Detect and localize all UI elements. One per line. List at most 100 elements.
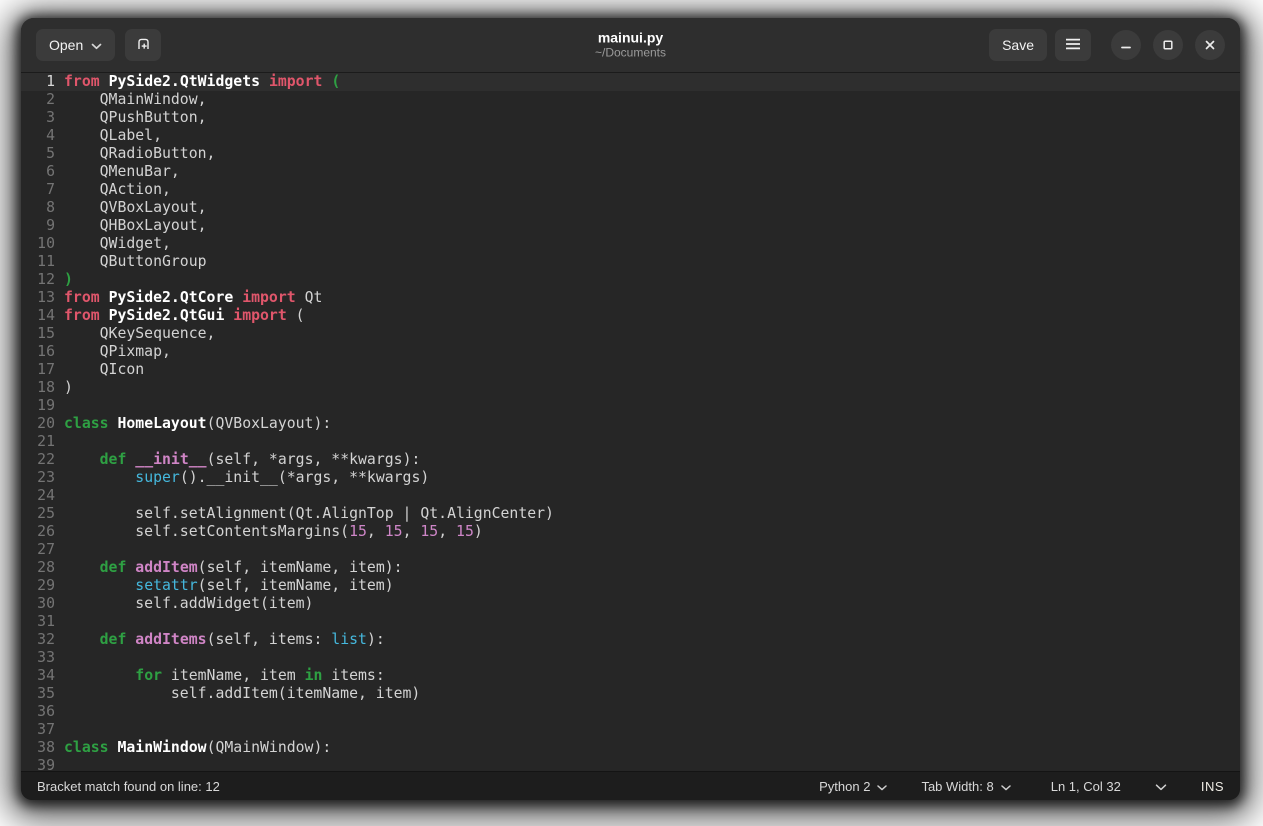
code-line[interactable]: 29 setattr(self, itemName, item) [21, 577, 1240, 595]
code-editor[interactable]: 1from PySide2.QtWidgets import (2 QMainW… [21, 73, 1240, 771]
code-line[interactable]: 9 QHBoxLayout, [21, 217, 1240, 235]
code-text: super().__init__(*args, **kwargs) [55, 469, 429, 487]
code-text [55, 721, 64, 739]
document-title: mainui.py [595, 30, 666, 46]
line-number: 11 [21, 253, 55, 271]
code-lines: 1from PySide2.QtWidgets import (2 QMainW… [21, 73, 1240, 771]
new-tab-button[interactable] [125, 29, 161, 61]
code-text: ) [55, 379, 73, 397]
code-line[interactable]: 6 QMenuBar, [21, 163, 1240, 181]
line-number: 14 [21, 307, 55, 325]
code-line[interactable]: 17 QIcon [21, 361, 1240, 379]
code-line[interactable]: 30 self.addWidget(item) [21, 595, 1240, 613]
code-text: QVBoxLayout, [55, 199, 207, 217]
code-line[interactable]: 26 self.setContentsMargins(15, 15, 15, 1… [21, 523, 1240, 541]
code-line[interactable]: 7 QAction, [21, 181, 1240, 199]
open-button[interactable]: Open [36, 29, 115, 61]
code-line[interactable]: 23 super().__init__(*args, **kwargs) [21, 469, 1240, 487]
line-number: 25 [21, 505, 55, 523]
code-line[interactable]: 10 QWidget, [21, 235, 1240, 253]
code-text: def addItem(self, itemName, item): [55, 559, 403, 577]
line-number: 2 [21, 91, 55, 109]
code-text: class MainWindow(QMainWindow): [55, 739, 331, 757]
code-text [55, 649, 64, 667]
code-line[interactable]: 31 [21, 613, 1240, 631]
code-line[interactable]: 8 QVBoxLayout, [21, 199, 1240, 217]
save-button-label: Save [1002, 37, 1034, 53]
line-number: 29 [21, 577, 55, 595]
code-line[interactable]: 20class HomeLayout(QVBoxLayout): [21, 415, 1240, 433]
code-text: self.addItem(itemName, item) [55, 685, 420, 703]
code-text [55, 757, 64, 771]
code-line[interactable]: 35 self.addItem(itemName, item) [21, 685, 1240, 703]
code-line[interactable]: 32 def addItems(self, items: list): [21, 631, 1240, 649]
code-line[interactable]: 3 QPushButton, [21, 109, 1240, 127]
code-line[interactable]: 22 def __init__(self, *args, **kwargs): [21, 451, 1240, 469]
code-text: QMenuBar, [55, 163, 180, 181]
code-text: QPixmap, [55, 343, 171, 361]
code-line[interactable]: 24 [21, 487, 1240, 505]
code-line[interactable]: 2 QMainWindow, [21, 91, 1240, 109]
language-label: Python 2 [819, 779, 870, 794]
code-line[interactable]: 37 [21, 721, 1240, 739]
line-number: 3 [21, 109, 55, 127]
code-text: QWidget, [55, 235, 171, 253]
code-line[interactable]: 5 QRadioButton, [21, 145, 1240, 163]
code-line[interactable]: 21 [21, 433, 1240, 451]
tab-new-icon [135, 35, 152, 55]
save-button[interactable]: Save [989, 29, 1047, 61]
line-number: 18 [21, 379, 55, 397]
code-text: QRadioButton, [55, 145, 215, 163]
code-line[interactable]: 1from PySide2.QtWidgets import ( [21, 73, 1240, 91]
code-line[interactable]: 34 for itemName, item in items: [21, 667, 1240, 685]
line-number: 22 [21, 451, 55, 469]
code-text: class HomeLayout(QVBoxLayout): [55, 415, 331, 433]
code-line[interactable]: 27 [21, 541, 1240, 559]
code-line[interactable]: 39 [21, 757, 1240, 771]
minimize-button[interactable] [1111, 30, 1141, 60]
line-number: 26 [21, 523, 55, 541]
line-number: 33 [21, 649, 55, 667]
code-line[interactable]: 12) [21, 271, 1240, 289]
line-number: 37 [21, 721, 55, 739]
code-text: QLabel, [55, 127, 162, 145]
line-number: 15 [21, 325, 55, 343]
code-line[interactable]: 18) [21, 379, 1240, 397]
code-line[interactable]: 38class MainWindow(QMainWindow): [21, 739, 1240, 757]
statusbar-right-group: Python 2 Tab Width: 8 Ln 1, Col 32 [795, 779, 1224, 794]
code-text: def addItems(self, items: list): [55, 631, 385, 649]
close-button[interactable] [1195, 30, 1225, 60]
code-line[interactable]: 11 QButtonGroup [21, 253, 1240, 271]
document-path: ~/Documents [595, 47, 666, 61]
line-number: 6 [21, 163, 55, 181]
tab-width-selector[interactable]: Tab Width: 8 [921, 779, 1010, 794]
menu-button[interactable] [1055, 29, 1091, 61]
code-line[interactable]: 13from PySide2.QtCore import Qt [21, 289, 1240, 307]
title-stack: mainui.py ~/Documents [595, 30, 666, 61]
line-number: 35 [21, 685, 55, 703]
statusbar: Bracket match found on line: 12 Python 2… [21, 771, 1240, 800]
code-text: QMainWindow, [55, 91, 207, 109]
code-text [55, 613, 64, 631]
code-line[interactable]: 15 QKeySequence, [21, 325, 1240, 343]
code-line[interactable]: 4 QLabel, [21, 127, 1240, 145]
code-line[interactable]: 19 [21, 397, 1240, 415]
line-number: 28 [21, 559, 55, 577]
code-line[interactable]: 33 [21, 649, 1240, 667]
maximize-button[interactable] [1153, 30, 1183, 60]
hamburger-menu-icon [1066, 37, 1080, 53]
line-number: 32 [21, 631, 55, 649]
chevron-down-icon [877, 779, 887, 794]
code-text: QHBoxLayout, [55, 217, 207, 235]
goto-line-button[interactable] [1155, 779, 1167, 794]
code-line[interactable]: 25 self.setAlignment(Qt.AlignTop | Qt.Al… [21, 505, 1240, 523]
line-number: 31 [21, 613, 55, 631]
line-number: 27 [21, 541, 55, 559]
code-text: for itemName, item in items: [55, 667, 385, 685]
code-line[interactable]: 16 QPixmap, [21, 343, 1240, 361]
code-line[interactable]: 28 def addItem(self, itemName, item): [21, 559, 1240, 577]
code-text [55, 397, 64, 415]
language-selector[interactable]: Python 2 [819, 779, 887, 794]
code-line[interactable]: 36 [21, 703, 1240, 721]
code-line[interactable]: 14from PySide2.QtGui import ( [21, 307, 1240, 325]
